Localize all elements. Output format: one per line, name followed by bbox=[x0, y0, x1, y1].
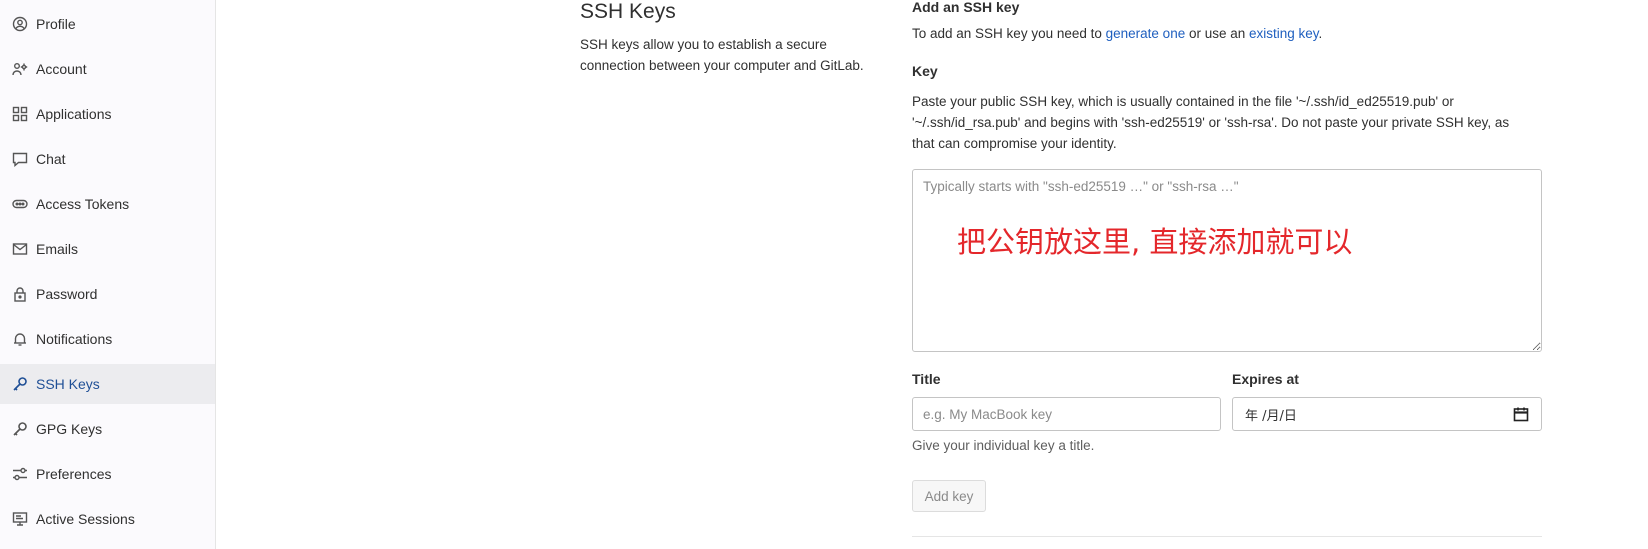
help-text-middle: or use an bbox=[1185, 26, 1250, 41]
monitor-icon bbox=[12, 511, 28, 527]
bell-icon bbox=[12, 331, 28, 347]
sidebar-item-preferences[interactable]: Preferences bbox=[0, 454, 215, 494]
generate-one-link[interactable]: generate one bbox=[1106, 26, 1186, 41]
sidebar-item-label: Profile bbox=[36, 16, 76, 32]
sidebar-item-label: Preferences bbox=[36, 466, 112, 482]
chat-icon bbox=[12, 151, 28, 167]
sidebar-item-label: Active Sessions bbox=[36, 511, 135, 527]
key-label: Key bbox=[912, 63, 938, 79]
applications-icon bbox=[12, 106, 28, 122]
key-icon bbox=[12, 421, 28, 437]
expires-date-input[interactable]: 年 /月/日 bbox=[1232, 397, 1542, 431]
sidebar-item-password[interactable]: Password bbox=[0, 274, 215, 314]
page-title: SSH Keys bbox=[580, 0, 676, 23]
sidebar-item-chat[interactable]: Chat bbox=[0, 139, 215, 179]
sidebar-item-label: Notifications bbox=[36, 331, 113, 347]
title-label: Title bbox=[912, 371, 941, 387]
sidebar-item-label: Account bbox=[36, 61, 87, 77]
form-heading: Add an SSH key bbox=[912, 0, 1020, 15]
app-root: Profile Account Applications Chat Access… bbox=[0, 0, 1648, 549]
mail-icon bbox=[12, 241, 28, 257]
preferences-icon bbox=[12, 466, 28, 482]
sidebar-item-profile[interactable]: Profile bbox=[0, 4, 215, 44]
token-icon bbox=[12, 196, 28, 212]
sidebar-item-notifications[interactable]: Notifications bbox=[0, 319, 215, 359]
sidebar-item-label: Access Tokens bbox=[36, 196, 130, 212]
form-divider bbox=[912, 536, 1542, 537]
sidebar-item-ssh-keys[interactable]: SSH Keys bbox=[0, 364, 215, 404]
help-text-suffix: . bbox=[1318, 26, 1323, 41]
add-key-button[interactable]: Add key bbox=[912, 480, 986, 512]
help-text-prefix: To add an SSH key you need to bbox=[912, 26, 1106, 41]
lock-icon bbox=[12, 286, 28, 302]
sidebar-item-applications[interactable]: Applications bbox=[0, 94, 215, 134]
key-icon bbox=[12, 376, 28, 392]
key-help-text: Paste your public SSH key, which is usua… bbox=[912, 94, 1510, 151]
sidebar-item-access-tokens[interactable]: Access Tokens bbox=[0, 184, 215, 224]
sidebar-item-label: Password bbox=[36, 286, 98, 302]
title-input[interactable] bbox=[912, 397, 1221, 431]
title-help-text: Give your individual key a title. bbox=[912, 438, 1095, 453]
existing-key-link[interactable]: existing key bbox=[1249, 26, 1319, 41]
sidebar-item-emails[interactable]: Emails bbox=[0, 229, 215, 269]
date-placeholder: 年 /月/日 bbox=[1245, 408, 1297, 424]
expires-label: Expires at bbox=[1232, 371, 1299, 387]
sidebar-item-active-sessions[interactable]: Active Sessions bbox=[0, 499, 215, 539]
settings-sidebar: Profile Account Applications Chat Access… bbox=[0, 0, 216, 549]
sidebar-item-label: Emails bbox=[36, 241, 79, 257]
calendar-icon[interactable] bbox=[1513, 406, 1529, 422]
sidebar-item-gpg-keys[interactable]: GPG Keys bbox=[0, 409, 215, 449]
key-textarea[interactable] bbox=[912, 169, 1542, 352]
sidebar-item-label: SSH Keys bbox=[36, 376, 100, 392]
section-description: SSH keys allow you to establish a secure… bbox=[580, 37, 864, 73]
account-icon bbox=[12, 61, 28, 77]
profile-icon bbox=[12, 16, 28, 32]
ssh-help-text: To add an SSH key you need to generate o… bbox=[912, 26, 1322, 41]
sidebar-item-account[interactable]: Account bbox=[0, 49, 215, 89]
sidebar-item-label: GPG Keys bbox=[36, 421, 103, 437]
sidebar-item-label: Applications bbox=[36, 106, 112, 122]
sidebar-item-label: Chat bbox=[36, 151, 66, 167]
